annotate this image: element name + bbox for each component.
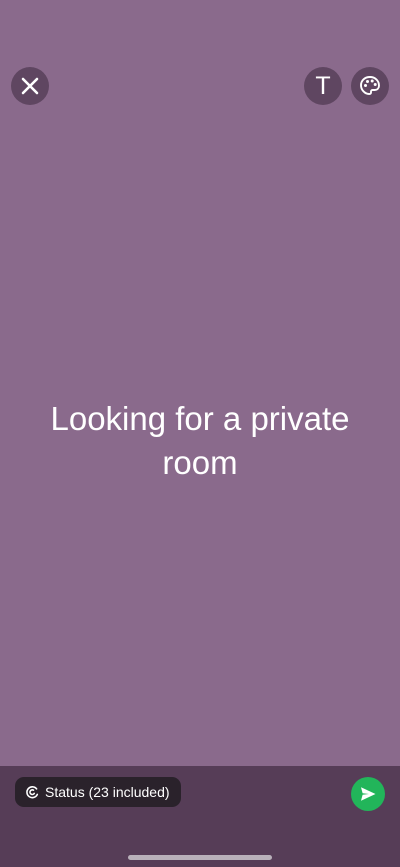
send-button[interactable] (351, 777, 385, 811)
status-icon (26, 786, 39, 799)
status-audience-label: Status (23 included) (45, 784, 170, 800)
palette-icon (360, 76, 380, 95)
composer-footer: Status (23 included) (0, 766, 400, 867)
status-composer-screen: T Looking for a private room Status (23 … (0, 0, 400, 867)
text-style-label: T (315, 71, 331, 100)
close-icon (21, 77, 39, 95)
home-indicator (128, 855, 272, 860)
color-palette-button[interactable] (351, 67, 389, 105)
close-button[interactable] (11, 67, 49, 105)
text-style-button[interactable]: T (304, 67, 342, 105)
status-text[interactable]: Looking for a private room (20, 397, 380, 485)
status-audience-chip[interactable]: Status (23 included) (15, 777, 181, 807)
send-icon (361, 787, 376, 801)
